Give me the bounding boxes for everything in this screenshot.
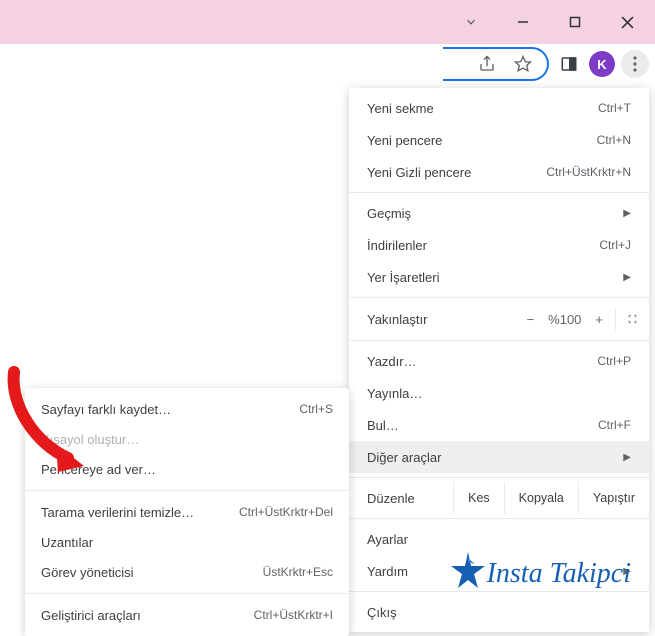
menu-edit: Düzenle Kes Kopyala Yapıştır bbox=[349, 482, 649, 514]
menu-label: Görev yöneticisi bbox=[41, 565, 263, 580]
submenu-name-window[interactable]: Pencereye ad ver… bbox=[25, 454, 349, 484]
menu-shortcut: Ctrl+T bbox=[598, 101, 631, 115]
close-button[interactable] bbox=[607, 8, 647, 36]
chevron-right-icon: ▶ bbox=[623, 208, 631, 219]
menu-shortcut: Ctrl+ÜstKrktr+N bbox=[546, 165, 631, 179]
share-icon[interactable] bbox=[473, 50, 501, 78]
menu-settings[interactable]: Ayarlar bbox=[349, 523, 649, 555]
profile-avatar[interactable]: K bbox=[589, 51, 615, 77]
zoom-out-button[interactable]: − bbox=[527, 312, 535, 327]
edit-paste-button[interactable]: Yapıştır bbox=[578, 482, 649, 514]
menu-divider bbox=[349, 192, 649, 193]
window-titlebar bbox=[0, 0, 655, 44]
menu-divider bbox=[25, 490, 349, 491]
menu-label: Yer İşaretleri bbox=[367, 270, 615, 285]
menu-label: Düzenle bbox=[367, 491, 453, 506]
edit-copy-button[interactable]: Kopyala bbox=[504, 482, 578, 514]
menu-label: Ayarlar bbox=[367, 532, 631, 547]
menu-label: Bul… bbox=[367, 418, 598, 433]
menu-shortcut: ÜstKrktr+Esc bbox=[263, 565, 333, 579]
avatar-letter: K bbox=[597, 57, 606, 72]
tab-chevron-icon[interactable] bbox=[451, 8, 491, 36]
menu-shortcut: Ctrl+N bbox=[597, 133, 631, 147]
menu-shortcut: Ctrl+J bbox=[599, 238, 631, 252]
edit-cut-button[interactable]: Kes bbox=[453, 482, 504, 514]
menu-divider bbox=[349, 518, 649, 519]
menu-label: Sayfayı farklı kaydet… bbox=[41, 402, 299, 417]
chevron-right-icon: ▶ bbox=[623, 272, 631, 283]
menu-label: Tarama verilerini temizle… bbox=[41, 505, 239, 520]
menu-divider bbox=[349, 340, 649, 341]
menu-label: Geçmiş bbox=[367, 206, 615, 221]
menu-label: Kısayol oluştur… bbox=[41, 432, 333, 447]
omnibox-region bbox=[0, 44, 549, 84]
menu-label: Çıkış bbox=[367, 605, 631, 620]
menu-label: Yayınla… bbox=[367, 386, 631, 401]
submenu-clear-browsing-data[interactable]: Tarama verilerini temizle… Ctrl+ÜstKrktr… bbox=[25, 497, 349, 527]
watermark-text: Insta Takipci bbox=[487, 558, 631, 590]
menu-exit[interactable]: Çıkış bbox=[349, 596, 649, 628]
menu-divider bbox=[349, 297, 649, 298]
star-logo-icon bbox=[451, 552, 485, 595]
menu-cast[interactable]: Yayınla… bbox=[349, 377, 649, 409]
menu-zoom: Yakınlaştır − %100 + bbox=[349, 302, 649, 336]
menu-shortcut: Ctrl+S bbox=[299, 402, 333, 416]
menu-label: Yeni Gizli pencere bbox=[367, 165, 546, 180]
menu-label: Pencereye ad ver… bbox=[41, 462, 333, 477]
more-tools-submenu: Sayfayı farklı kaydet… Ctrl+S Kısayol ol… bbox=[25, 388, 349, 636]
minimize-button[interactable] bbox=[503, 8, 543, 36]
menu-label: Geliştirici araçları bbox=[41, 608, 254, 623]
maximize-button[interactable] bbox=[555, 8, 595, 36]
chevron-right-icon: ▶ bbox=[623, 452, 631, 463]
menu-label: Uzantılar bbox=[41, 535, 333, 550]
menu-new-tab[interactable]: Yeni sekme Ctrl+T bbox=[349, 92, 649, 124]
menu-print[interactable]: Yazdır… Ctrl+P bbox=[349, 345, 649, 377]
menu-divider bbox=[349, 477, 649, 478]
menu-shortcut: Ctrl+P bbox=[597, 354, 631, 368]
menu-label: Diğer araçlar bbox=[367, 450, 615, 465]
menu-label: İndirilenler bbox=[367, 238, 599, 253]
menu-label: Yakınlaştır bbox=[367, 312, 527, 327]
fullscreen-icon[interactable] bbox=[615, 308, 637, 330]
menu-incognito[interactable]: Yeni Gizli pencere Ctrl+ÜstKrktr+N bbox=[349, 156, 649, 188]
menu-find[interactable]: Bul… Ctrl+F bbox=[349, 409, 649, 441]
zoom-in-button[interactable]: + bbox=[595, 312, 603, 327]
submenu-task-manager[interactable]: Görev yöneticisi ÜstKrktr+Esc bbox=[25, 557, 349, 587]
omnibox-actions bbox=[443, 47, 549, 81]
menu-downloads[interactable]: İndirilenler Ctrl+J bbox=[349, 229, 649, 261]
menu-history[interactable]: Geçmiş ▶ bbox=[349, 197, 649, 229]
star-icon[interactable] bbox=[509, 50, 537, 78]
menu-more-tools[interactable]: Diğer araçlar ▶ bbox=[349, 441, 649, 473]
menu-shortcut: Ctrl+F bbox=[598, 418, 631, 432]
main-menu: Yeni sekme Ctrl+T Yeni pencere Ctrl+N Ye… bbox=[349, 88, 649, 632]
menu-shortcut: Ctrl+ÜstKrktr+Del bbox=[239, 505, 333, 519]
menu-bookmarks[interactable]: Yer İşaretleri ▶ bbox=[349, 261, 649, 293]
menu-label: Yeni pencere bbox=[367, 133, 597, 148]
side-panel-icon[interactable] bbox=[555, 50, 583, 78]
watermark: Insta Takipci bbox=[451, 552, 631, 595]
menu-label: Yazdır… bbox=[367, 354, 597, 369]
submenu-create-shortcut[interactable]: Kısayol oluştur… bbox=[25, 424, 349, 454]
menu-divider bbox=[25, 593, 349, 594]
menu-new-window[interactable]: Yeni pencere Ctrl+N bbox=[349, 124, 649, 156]
submenu-extensions[interactable]: Uzantılar bbox=[25, 527, 349, 557]
kebab-menu-button[interactable] bbox=[621, 50, 649, 78]
browser-toolbar: K bbox=[0, 44, 655, 84]
zoom-value: %100 bbox=[548, 312, 581, 327]
menu-label: Yeni sekme bbox=[367, 101, 598, 116]
submenu-save-as[interactable]: Sayfayı farklı kaydet… Ctrl+S bbox=[25, 394, 349, 424]
menu-shortcut: Ctrl+ÜstKrktr+I bbox=[254, 608, 333, 622]
submenu-dev-tools[interactable]: Geliştirici araçları Ctrl+ÜstKrktr+I bbox=[25, 600, 349, 630]
